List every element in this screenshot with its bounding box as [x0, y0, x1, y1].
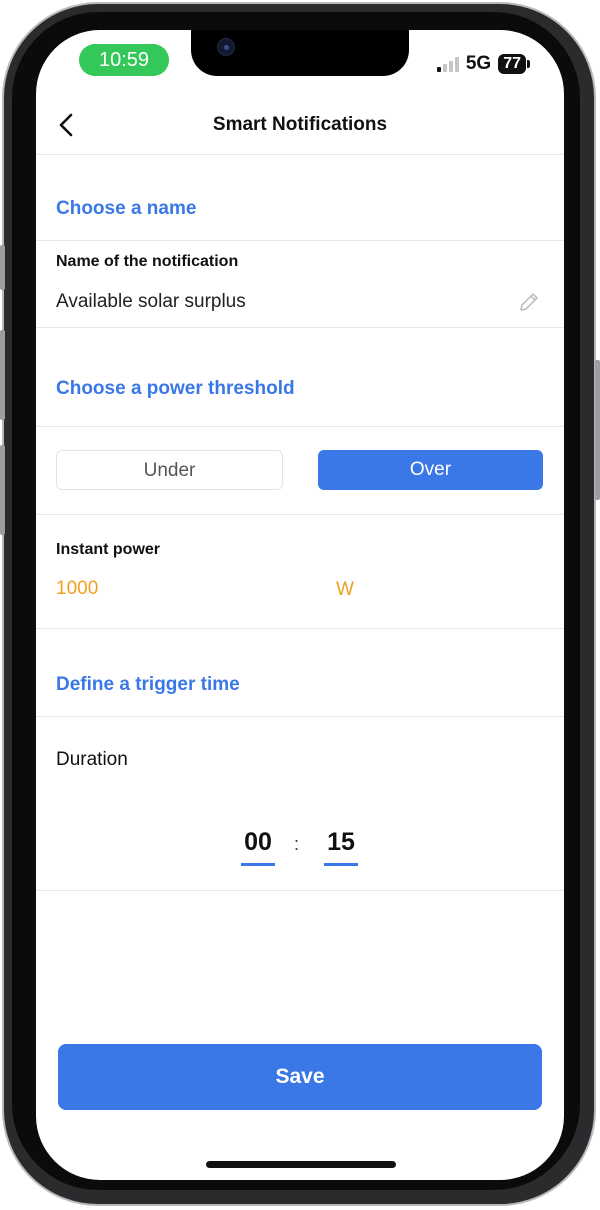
- page-title: Smart Notifications: [212, 114, 388, 135]
- threshold-under-button[interactable]: Under: [56, 450, 283, 490]
- time-separator: :: [294, 834, 300, 854]
- hours-picker[interactable]: 00: [241, 828, 275, 866]
- notification-name-label: Name of the notification: [56, 253, 239, 270]
- divider: [36, 514, 564, 515]
- silent-switch: [0, 245, 5, 290]
- home-indicator[interactable]: [206, 1161, 396, 1168]
- threshold-over-button[interactable]: Over: [318, 450, 543, 490]
- app-screen: 10:59 5G 77 Smart Notifications Choose a…: [36, 30, 564, 1180]
- divider: [36, 716, 564, 717]
- volume-down-button: [0, 445, 5, 535]
- nav-header: Smart Notifications: [36, 100, 564, 155]
- divider: [36, 890, 564, 891]
- divider: [36, 628, 564, 629]
- instant-power-input[interactable]: 1000: [56, 578, 98, 600]
- dynamic-notch: [191, 30, 409, 76]
- section-title-name: Choose a name: [56, 198, 197, 219]
- volume-up-button: [0, 330, 5, 420]
- divider: [36, 327, 564, 328]
- divider: [36, 240, 564, 241]
- divider: [36, 426, 564, 427]
- pencil-icon[interactable]: [518, 291, 540, 313]
- section-title-threshold: Choose a power threshold: [56, 378, 295, 399]
- battery-level: 77: [498, 54, 526, 74]
- instant-power-label: Instant power: [56, 541, 161, 558]
- status-indicators: 5G 77: [436, 52, 530, 76]
- battery-icon: 77: [498, 54, 530, 74]
- power-button: [595, 360, 600, 500]
- front-camera-icon: [217, 38, 235, 56]
- status-time: 10:59: [79, 44, 169, 76]
- power-unit: W: [336, 579, 354, 600]
- network-type: 5G: [465, 53, 492, 74]
- minutes-picker[interactable]: 15: [324, 828, 358, 866]
- notification-name-input[interactable]: Available solar surplus: [56, 291, 246, 313]
- save-button[interactable]: Save: [58, 1044, 542, 1110]
- duration-label: Duration: [56, 749, 128, 770]
- section-title-trigger: Define a trigger time: [56, 674, 240, 695]
- cellular-signal-icon: [436, 56, 459, 72]
